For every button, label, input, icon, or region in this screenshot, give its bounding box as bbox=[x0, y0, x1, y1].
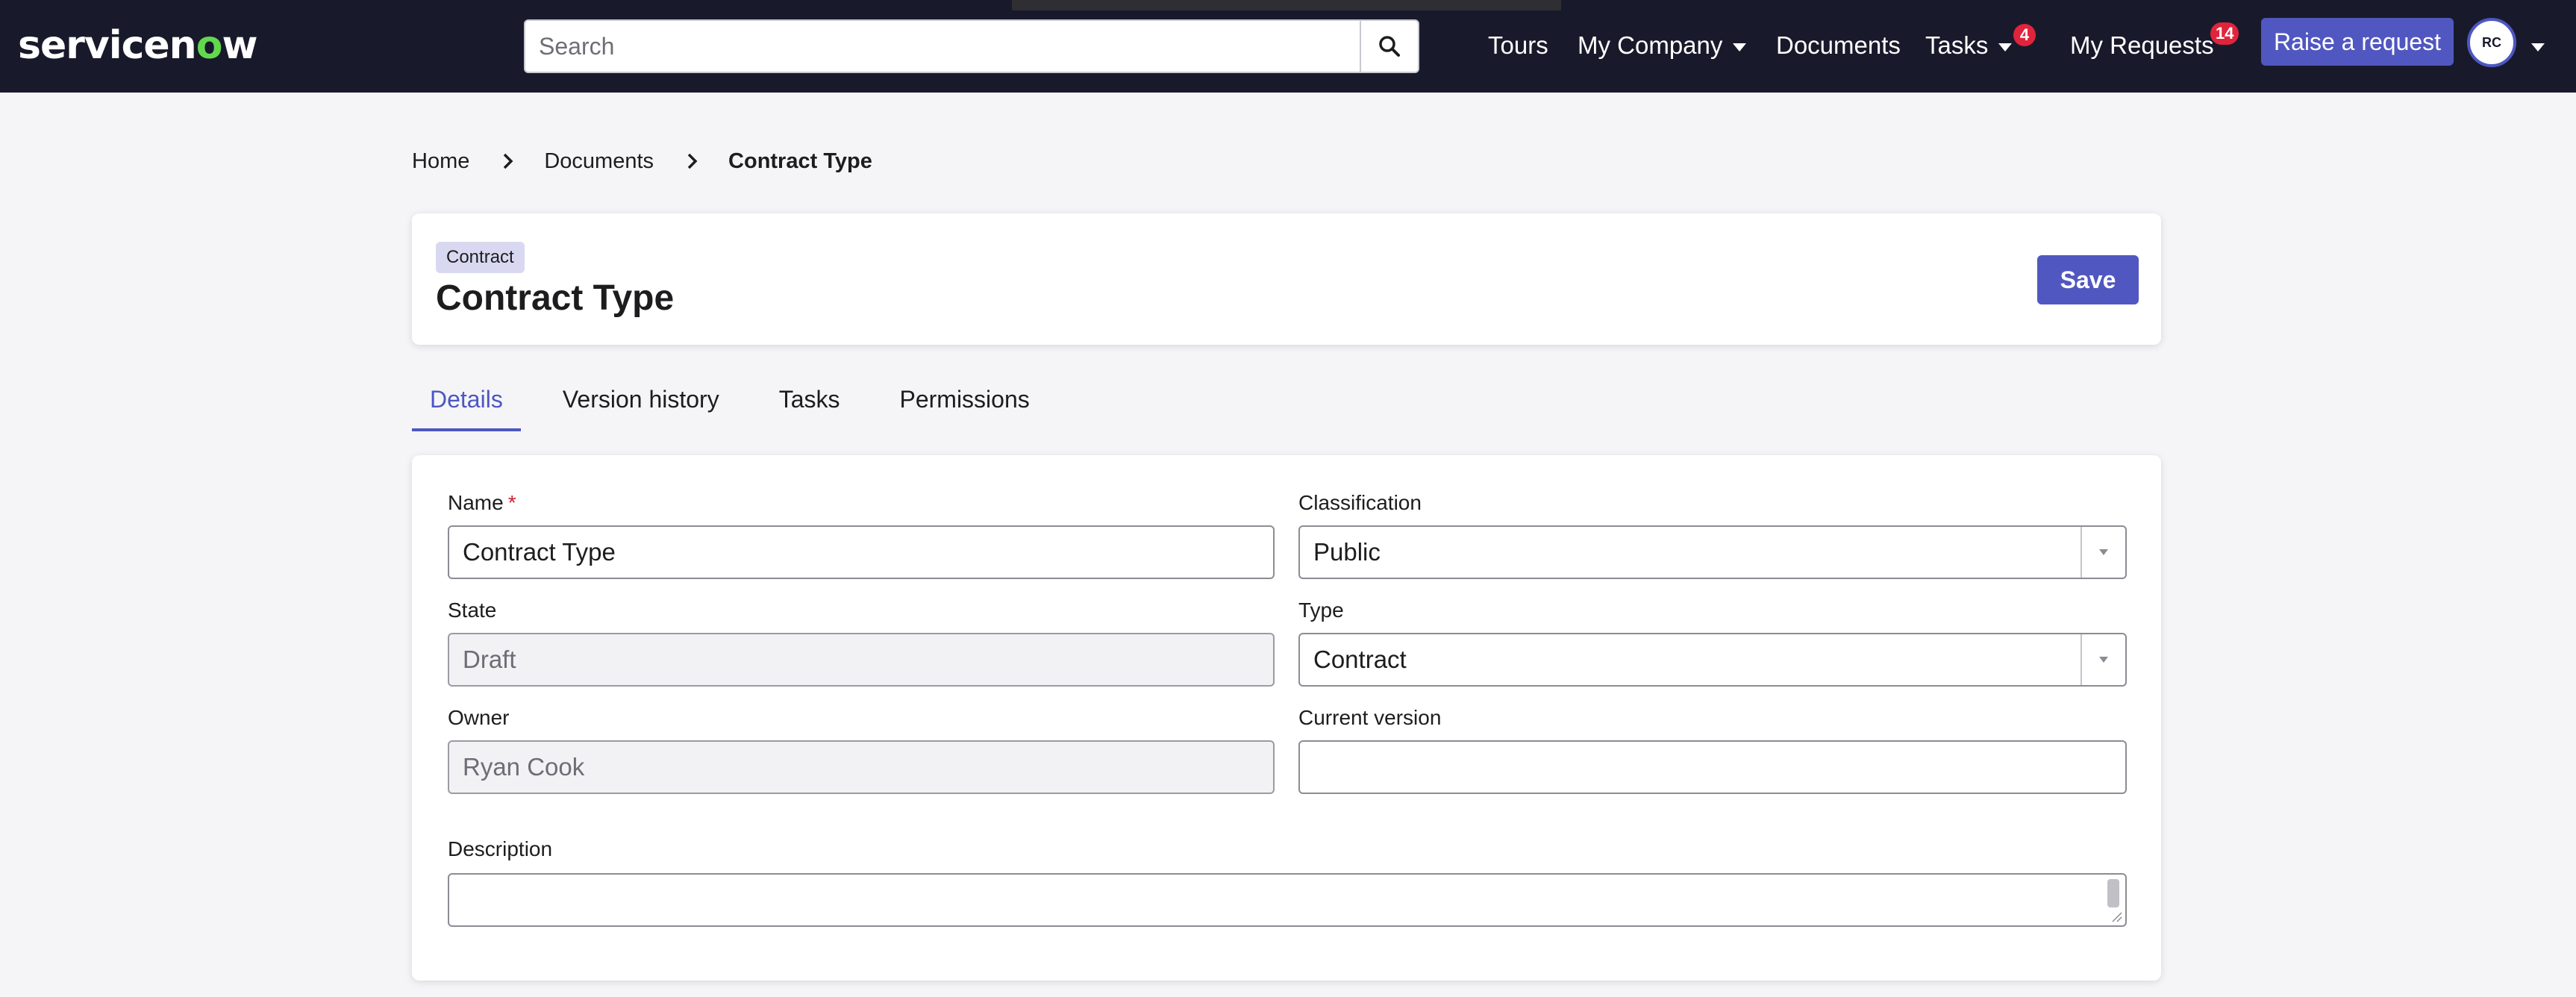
type-value: Contract bbox=[1313, 646, 1407, 673]
nav-link-tours[interactable]: Tours bbox=[1488, 28, 1548, 63]
avatar[interactable]: RC bbox=[2467, 18, 2516, 67]
current-version-label: Current version bbox=[1298, 706, 1442, 729]
breadcrumb-home[interactable]: Home bbox=[412, 149, 469, 174]
my-company-label: My Company bbox=[1578, 31, 1723, 59]
chevron-right-icon bbox=[502, 152, 514, 170]
record-type-badge: Contract bbox=[436, 242, 525, 273]
tab-tasks[interactable]: Tasks bbox=[761, 378, 858, 431]
resize-handle-icon[interactable] bbox=[2110, 910, 2122, 922]
description-label: Description bbox=[448, 837, 553, 860]
search-icon bbox=[1379, 36, 1400, 57]
search-input[interactable]: Search bbox=[524, 19, 1361, 73]
classification-value: Public bbox=[1313, 538, 1381, 566]
state-field: Draft bbox=[448, 633, 1275, 687]
record-tabs: Details Version history Tasks Permission… bbox=[412, 378, 1072, 431]
logo-text-end: w bbox=[222, 23, 257, 68]
save-button[interactable]: Save bbox=[2037, 255, 2139, 304]
nav-link-my-company[interactable]: My Company bbox=[1578, 28, 1747, 63]
tab-details[interactable]: Details bbox=[412, 378, 521, 431]
scrollbar-thumb[interactable] bbox=[2107, 879, 2119, 907]
breadcrumb-current: Contract Type bbox=[728, 149, 872, 173]
owner-label: Owner bbox=[448, 706, 510, 729]
description-textarea[interactable] bbox=[448, 873, 2127, 927]
chevron-down-icon bbox=[1998, 43, 2013, 51]
top-navigation-bar: servicenow Search Tours My Company Docum… bbox=[0, 0, 2576, 93]
chevron-down-icon[interactable] bbox=[2531, 43, 2545, 51]
nav-link-tasks[interactable]: Tasks bbox=[1925, 28, 2013, 63]
nav-link-documents[interactable]: Documents bbox=[1776, 28, 1901, 63]
search-button[interactable] bbox=[1360, 19, 1419, 73]
type-label: Type bbox=[1298, 598, 1344, 622]
record-header-card: Contract Contract Type Save bbox=[412, 213, 2161, 345]
nav-link-my-requests[interactable]: My Requests bbox=[2070, 28, 2214, 63]
chevron-right-icon bbox=[687, 152, 698, 170]
classification-label: Classification bbox=[1298, 491, 1422, 514]
chevron-down-icon bbox=[1733, 43, 1747, 51]
classification-select[interactable]: Public bbox=[1298, 525, 2127, 579]
required-marker: * bbox=[507, 491, 516, 514]
top-overlay-strip bbox=[1012, 0, 1561, 10]
state-label: State bbox=[448, 598, 497, 622]
requests-count-badge: 14 bbox=[2210, 22, 2239, 45]
tab-permissions[interactable]: Permissions bbox=[881, 378, 1047, 431]
dropdown-arrow-icon[interactable] bbox=[2081, 527, 2125, 578]
raise-request-button[interactable]: Raise a request bbox=[2261, 18, 2454, 66]
tab-version-history[interactable]: Version history bbox=[545, 378, 737, 431]
servicenow-logo[interactable]: servicenow bbox=[18, 21, 257, 70]
page-title: Contract Type bbox=[436, 278, 675, 318]
breadcrumb-documents[interactable]: Documents bbox=[544, 149, 654, 174]
tasks-label: Tasks bbox=[1925, 31, 1989, 59]
logo-text: servicen bbox=[18, 23, 197, 68]
name-label: Name * bbox=[448, 491, 516, 514]
current-version-field[interactable] bbox=[1298, 740, 2127, 794]
name-field[interactable]: Contract Type bbox=[448, 525, 1275, 579]
details-form: Name * Contract Type Classification Publi… bbox=[412, 455, 2161, 981]
logo-o: o bbox=[196, 23, 223, 68]
breadcrumb: Home Documents Contract Type bbox=[412, 146, 872, 176]
dropdown-arrow-icon[interactable] bbox=[2081, 634, 2125, 685]
type-select[interactable]: Contract bbox=[1298, 633, 2127, 687]
tasks-count-badge: 4 bbox=[2013, 24, 2036, 46]
owner-field: Ryan Cook bbox=[448, 740, 1275, 794]
